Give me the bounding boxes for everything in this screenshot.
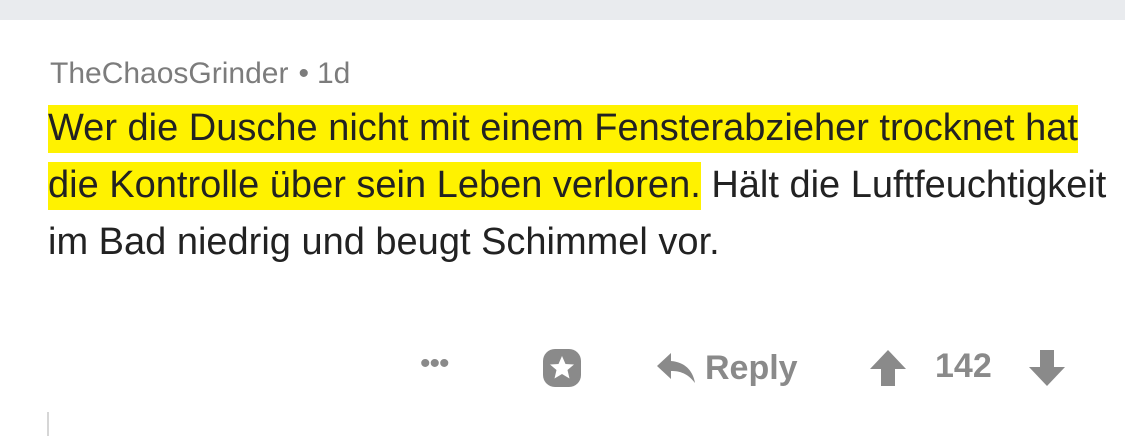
upvote-arrow-icon[interactable] bbox=[868, 348, 908, 388]
comment-age: 1d bbox=[316, 57, 351, 90]
meta-separator: • bbox=[298, 57, 309, 90]
author-name[interactable]: TheChaosGrinder bbox=[50, 57, 288, 90]
comment-meta: TheChaosGrinder • 1d bbox=[50, 54, 350, 94]
reply-label: Reply bbox=[705, 348, 798, 387]
reply-arrow-icon bbox=[657, 353, 695, 383]
more-options-button[interactable]: ••• bbox=[420, 344, 449, 384]
vote-score: 142 bbox=[935, 347, 992, 385]
comment-actions: ••• Reply 142 bbox=[0, 342, 1125, 392]
thread-line bbox=[47, 412, 49, 436]
comment-card: TheChaosGrinder • 1d Wer die Dusche nicht … bbox=[0, 20, 1125, 436]
top-separator-band bbox=[0, 0, 1125, 20]
reply-button[interactable]: Reply bbox=[655, 346, 798, 390]
award-icon[interactable] bbox=[540, 346, 584, 390]
downvote-arrow-icon[interactable] bbox=[1027, 348, 1067, 388]
comment-body: Wer die Dusche nicht mit einem Fensterab… bbox=[48, 100, 1108, 271]
